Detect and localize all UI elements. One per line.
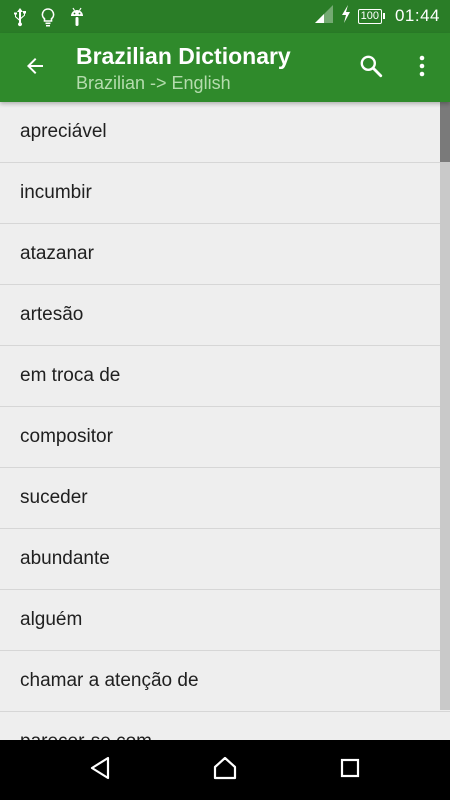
list-item[interactable]: suceder [0, 468, 450, 529]
usb-icon [12, 7, 28, 27]
search-button[interactable] [354, 51, 388, 85]
search-icon [358, 53, 384, 84]
signal-icon [314, 4, 334, 29]
battery-tip [382, 13, 385, 19]
list-item[interactable]: incumbir [0, 163, 450, 224]
nav-recents-button[interactable] [330, 752, 370, 788]
battery-level: 100 [357, 8, 382, 24]
page-title: Brazilian Dictionary [76, 43, 291, 69]
app-bar: Brazilian Dictionary Brazilian -> Englis… [0, 33, 450, 102]
notification-icons [12, 5, 86, 29]
overflow-menu-button[interactable] [408, 51, 436, 85]
scrollbar-thumb[interactable] [440, 102, 450, 162]
more-vert-icon [418, 54, 426, 83]
back-triangle-icon [88, 755, 112, 786]
list-item[interactable]: parecer-se com [0, 712, 450, 740]
recents-icon [339, 757, 361, 784]
list-item[interactable]: em troca de [0, 346, 450, 407]
charging-bolt-icon [340, 4, 352, 29]
nav-back-button[interactable] [80, 752, 120, 788]
scrollbar-track[interactable] [440, 102, 450, 710]
list-item[interactable]: abundante [0, 529, 450, 590]
title-block: Brazilian Dictionary Brazilian -> Englis… [76, 41, 291, 95]
back-button[interactable] [18, 51, 52, 85]
back-arrow-icon [23, 54, 47, 83]
status-bar: 100 01:44 [0, 0, 450, 33]
lightbulb-icon [40, 7, 56, 27]
list-item[interactable]: alguém [0, 590, 450, 651]
word-list[interactable]: apreciável incumbir atazanar artesão em … [0, 102, 450, 740]
android-icon [68, 7, 86, 27]
nav-home-button[interactable] [205, 752, 245, 788]
screen: 100 01:44 Brazilian Dictionary Brazilian… [0, 0, 450, 800]
system-status: 100 01:44 [314, 4, 440, 28]
battery-icon: 100 [357, 8, 385, 24]
list-item[interactable]: atazanar [0, 224, 450, 285]
home-icon [212, 755, 238, 786]
list-item[interactable]: apreciável [0, 102, 450, 163]
list-item[interactable]: compositor [0, 407, 450, 468]
page-subtitle: Brazilian -> English [76, 73, 231, 93]
navigation-bar [0, 740, 450, 800]
list-item[interactable]: artesão [0, 285, 450, 346]
list-item[interactable]: chamar a atenção de [0, 651, 450, 712]
clock: 01:44 [394, 6, 440, 25]
